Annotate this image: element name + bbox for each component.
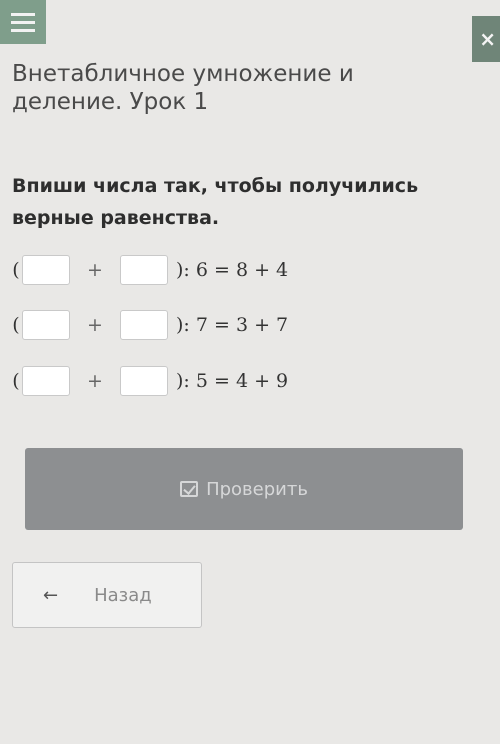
open-paren: ( bbox=[12, 370, 20, 392]
task-instruction: Впиши числа так, чтобы получились верные… bbox=[12, 175, 419, 229]
equation-row-2: ( + ): 7 = 3 + 7 bbox=[10, 308, 288, 342]
answer-input-3a[interactable] bbox=[22, 366, 70, 396]
answer-input-2b[interactable] bbox=[120, 310, 168, 340]
close-button[interactable]: × bbox=[472, 16, 500, 62]
plus-sign: + bbox=[87, 314, 103, 336]
page-title: Внетабличное умножение и деление. Урок 1 bbox=[12, 61, 354, 115]
open-paren: ( bbox=[12, 259, 20, 281]
checkbox-icon bbox=[180, 481, 199, 497]
plus-sign: + bbox=[87, 370, 103, 392]
equation-rest: ): 5 = 4 + 9 bbox=[176, 370, 289, 392]
check-button[interactable]: Проверить bbox=[25, 448, 463, 530]
equation-rest: ): 7 = 3 + 7 bbox=[176, 314, 289, 336]
open-paren: ( bbox=[12, 314, 20, 336]
plus-sign: + bbox=[87, 259, 103, 281]
check-button-label: Проверить bbox=[206, 478, 308, 500]
equation-row-3: ( + ): 5 = 4 + 9 bbox=[10, 364, 288, 398]
answer-input-2a[interactable] bbox=[22, 310, 70, 340]
arrow-left-icon: ← bbox=[43, 584, 59, 606]
answer-input-1a[interactable] bbox=[22, 255, 70, 285]
back-button[interactable]: ← Назад bbox=[12, 562, 202, 628]
menu-button[interactable] bbox=[0, 0, 46, 44]
answer-input-3b[interactable] bbox=[120, 366, 168, 396]
equation-rest: ): 6 = 8 + 4 bbox=[176, 259, 289, 281]
close-icon: × bbox=[479, 27, 496, 51]
answer-input-1b[interactable] bbox=[120, 255, 168, 285]
equation-row-1: ( + ): 6 = 8 + 4 bbox=[10, 253, 288, 287]
hamburger-icon bbox=[11, 12, 35, 16]
back-button-label: Назад bbox=[94, 584, 152, 606]
